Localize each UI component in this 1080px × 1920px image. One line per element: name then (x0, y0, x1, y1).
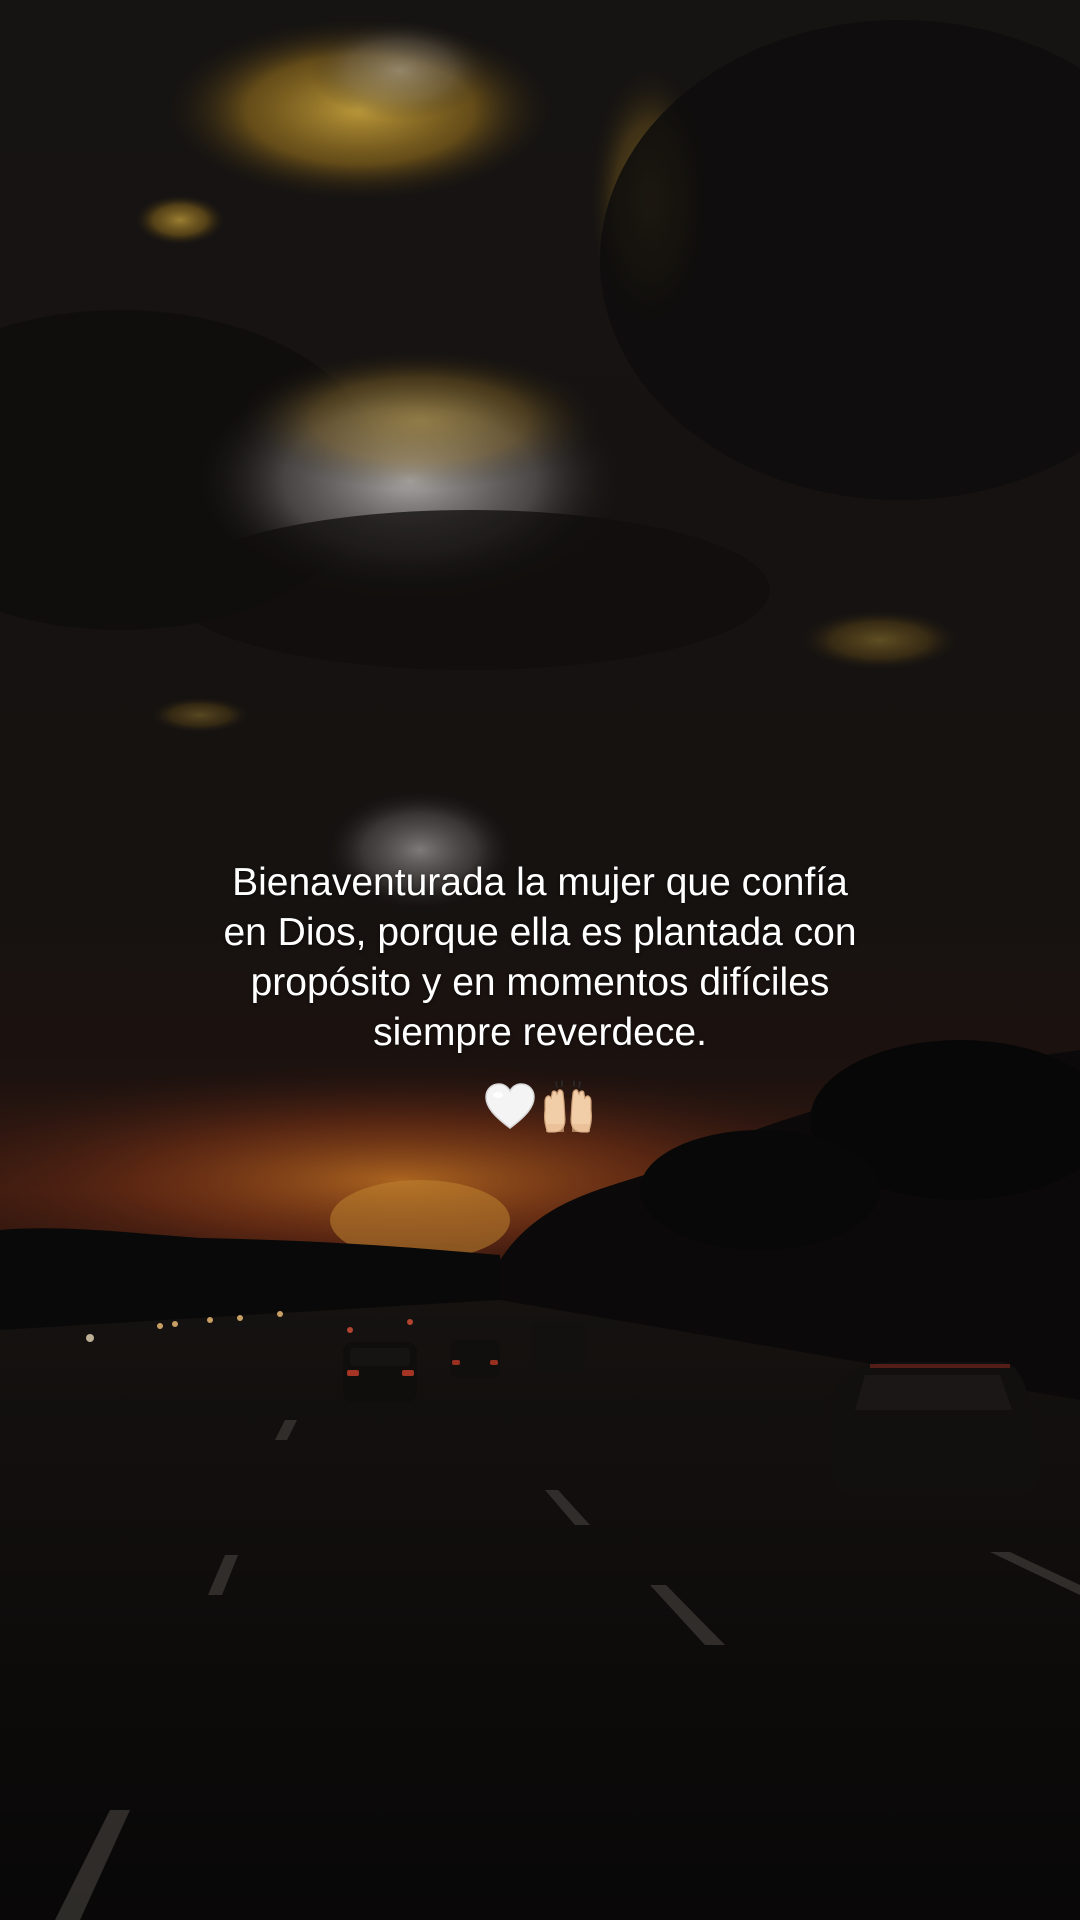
white-heart-icon (485, 1083, 535, 1129)
quote-line-3: propósito y en momentos difíciles (250, 961, 830, 1004)
raising-hands-icon (544, 1080, 593, 1133)
quote-line-1: Bienaventurada la mujer que confía (232, 861, 848, 904)
quote-text: Bienaventurada la mujer que confía en Di… (140, 858, 940, 1058)
video-frame: Bienaventurada la mujer que confía en Di… (0, 0, 1080, 1920)
quote-line-4: siempre reverdece. (373, 1011, 707, 1054)
quote-line-2: en Dios, porque ella es plantada con (223, 911, 857, 954)
emoji-row (0, 1080, 1080, 1140)
